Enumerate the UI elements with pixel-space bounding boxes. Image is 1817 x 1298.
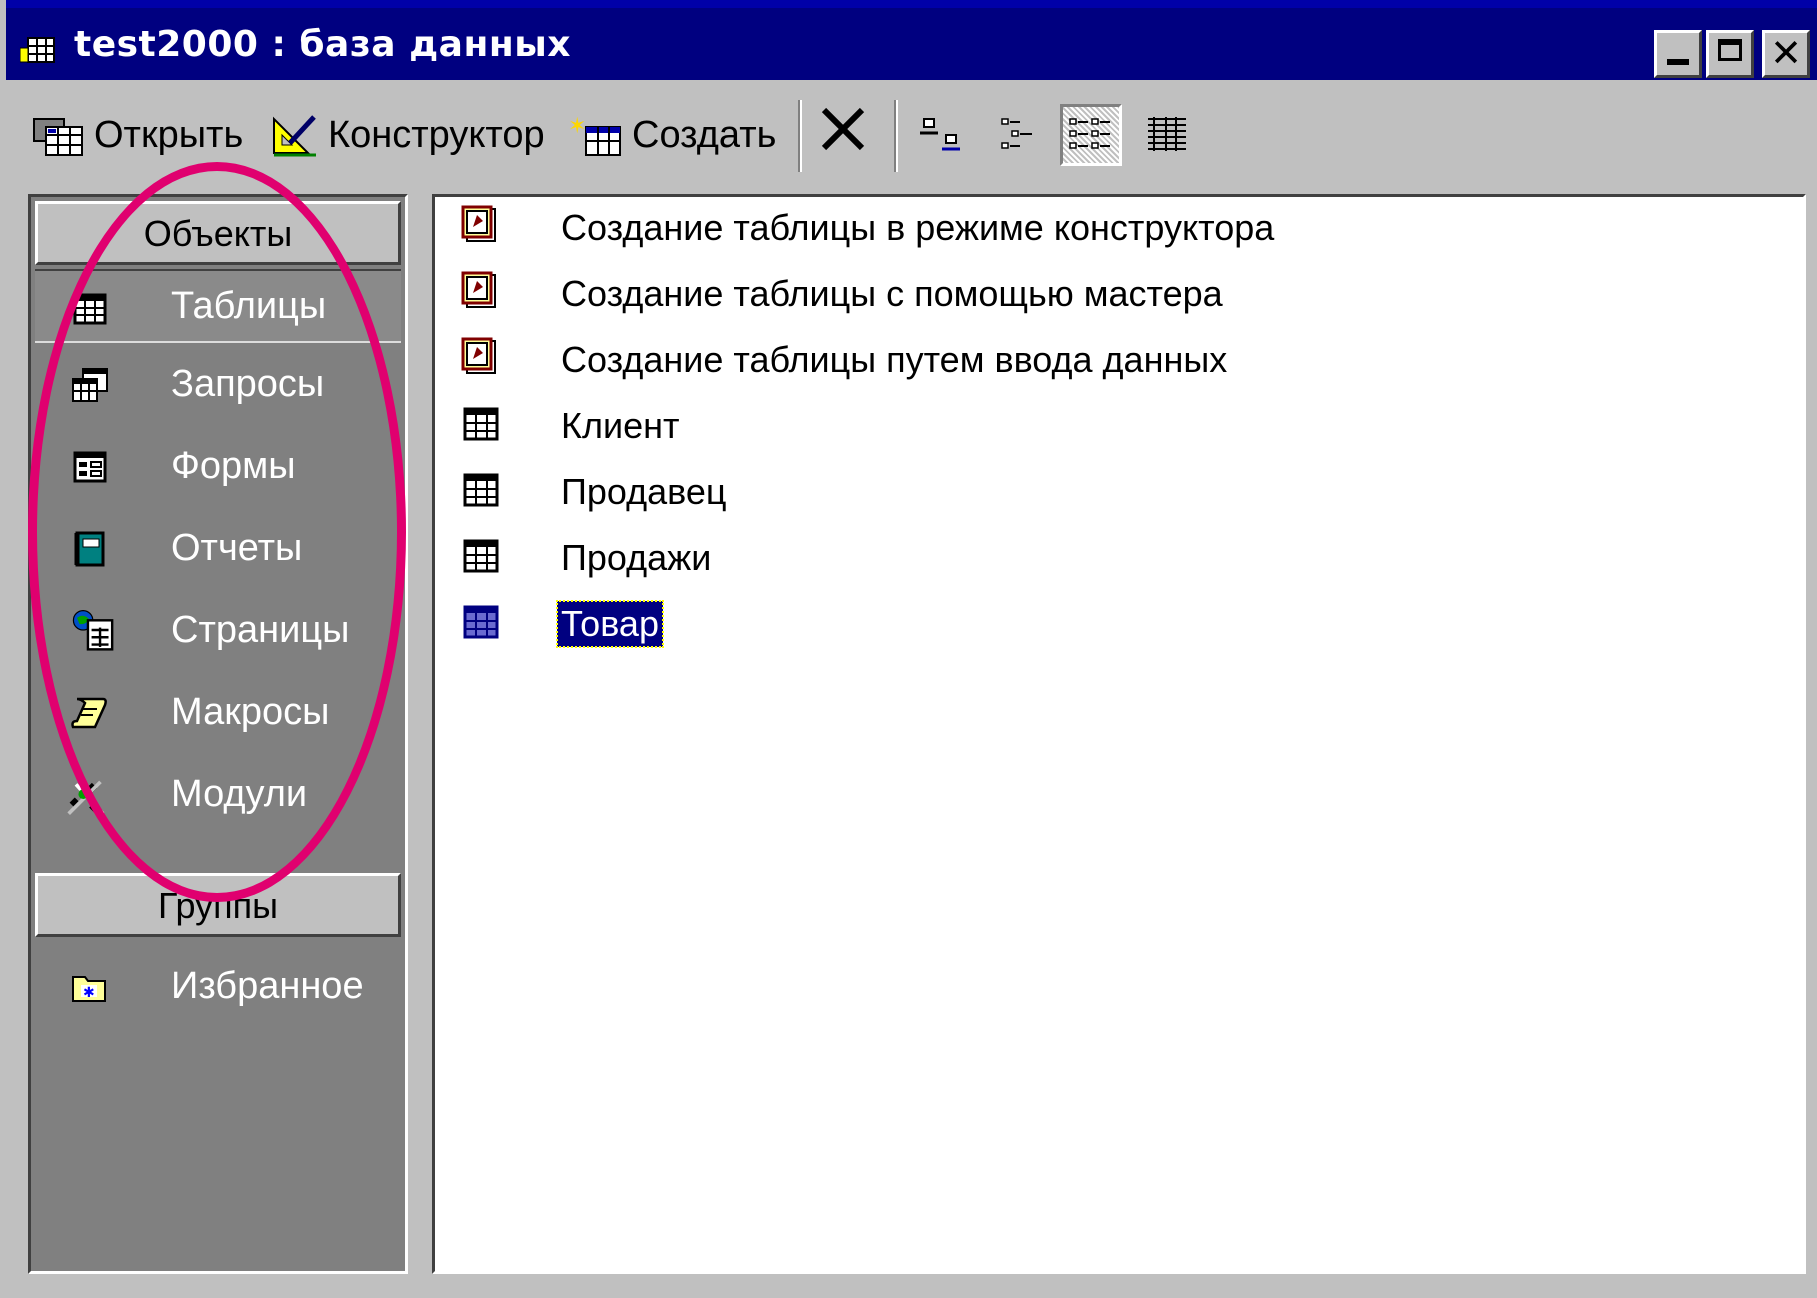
open-icon: [33, 118, 83, 156]
create-label: Создать: [632, 113, 777, 156]
maximize-icon: [1718, 39, 1742, 61]
list-item-label: Создание таблицы в режиме конструктора: [561, 207, 1275, 248]
sidebar-item-macros[interactable]: Макросы: [35, 675, 401, 749]
sidebar-item-label: Запросы: [171, 362, 325, 405]
details-view-icon: [1148, 117, 1186, 151]
sidebar-item-reports[interactable]: Отчеты: [35, 511, 401, 585]
details-view-button[interactable]: [1136, 104, 1198, 166]
sidebar-item-tables[interactable]: Таблицы: [35, 269, 401, 343]
sidebar-item-label: Страницы: [171, 608, 350, 651]
table-icon: [463, 539, 499, 573]
query-icon: [72, 368, 108, 402]
svg-text:✱: ✱: [83, 985, 95, 1001]
design-label: Конструктор: [328, 113, 545, 156]
svg-text:✶: ✶: [568, 114, 586, 139]
open-button[interactable]: Открыть: [32, 110, 243, 160]
sidebar-item-forms[interactable]: Формы: [35, 429, 401, 503]
toolbar-separator: [894, 100, 898, 172]
minimize-icon: [1667, 59, 1689, 65]
list-item-label: Товар: [556, 600, 664, 648]
title-bar[interactable]: test2000 : база данных ✕: [6, 0, 1817, 80]
sidebar-item-label: Таблицы: [171, 284, 327, 327]
groups-header-button[interactable]: Группы: [35, 873, 401, 937]
close-button[interactable]: ✕: [1762, 30, 1810, 78]
toolbar: Открыть Конструктор ✶ Создать: [6, 84, 1817, 178]
small-icons-icon: [1001, 118, 1032, 149]
design-button[interactable]: Конструктор: [270, 110, 545, 160]
list-item-label: Клиент: [561, 405, 680, 446]
sidebar-item-label: Избранное: [171, 964, 364, 1007]
table-icon: [73, 293, 107, 325]
list-item-label: Создание таблицы путем ввода данных: [561, 339, 1228, 380]
list-item-label: Продажи: [561, 537, 712, 578]
small-icons-view-button[interactable]: [990, 104, 1052, 166]
macro-icon: [71, 697, 107, 729]
object-list: Создание таблицы в режиме конструктора С…: [432, 194, 1806, 1274]
sidebar-item-label: Макросы: [171, 690, 330, 733]
close-icon: ✕: [1770, 31, 1802, 75]
list-item-label: Создание таблицы с помощью мастера: [561, 273, 1223, 314]
database-icon: [20, 37, 55, 63]
favorites-folder-icon: ✱: [72, 976, 106, 1002]
sidebar-item-modules[interactable]: Модули: [35, 757, 401, 831]
large-icons-view-button[interactable]: [910, 104, 972, 166]
delete-button[interactable]: [818, 104, 868, 154]
page-icon: [72, 610, 114, 651]
delete-icon: [821, 107, 865, 151]
sidebar-item-queries[interactable]: Запросы: [35, 347, 401, 421]
table-icon: [463, 407, 499, 441]
window-title: test2000 : база данных: [74, 24, 571, 65]
wizard-shortcut-icon: [461, 337, 496, 374]
open-label: Открыть: [94, 113, 244, 156]
database-window: test2000 : база данных ✕ Открыть Констру…: [0, 0, 1817, 1298]
minimize-button[interactable]: [1654, 30, 1702, 78]
report-icon: [74, 531, 105, 567]
sidebar-item-label: Модули: [171, 772, 308, 815]
table-icon: [463, 473, 499, 507]
large-icons-icon: [920, 118, 960, 151]
list-view-button[interactable]: [1060, 104, 1122, 166]
wizard-shortcut-icon: [461, 271, 496, 308]
sidebar-item-label: Формы: [171, 444, 296, 487]
new-object-icon: ✶: [568, 114, 621, 156]
sidebar-item-favorites[interactable]: ✱ Избранное: [35, 949, 401, 1023]
sidebar-item-pages[interactable]: Страницы: [35, 593, 401, 667]
objects-header-button[interactable]: Объекты: [35, 201, 401, 265]
list-item-label: Продавец: [561, 471, 727, 512]
table-icon: [463, 605, 499, 639]
toolbar-separator: [798, 100, 802, 172]
design-ruler-icon: [273, 115, 316, 157]
form-icon: [73, 451, 107, 483]
sidebar-item-label: Отчеты: [171, 526, 303, 569]
list-view-icon: [1069, 118, 1110, 149]
maximize-button[interactable]: [1706, 30, 1754, 78]
objects-bar: Объекты Таблицы Запросы Формы Отчеты Стр…: [28, 194, 408, 1274]
create-button[interactable]: ✶ Создать: [568, 110, 776, 160]
module-icon: [67, 780, 105, 815]
wizard-shortcut-icon: [461, 205, 496, 242]
